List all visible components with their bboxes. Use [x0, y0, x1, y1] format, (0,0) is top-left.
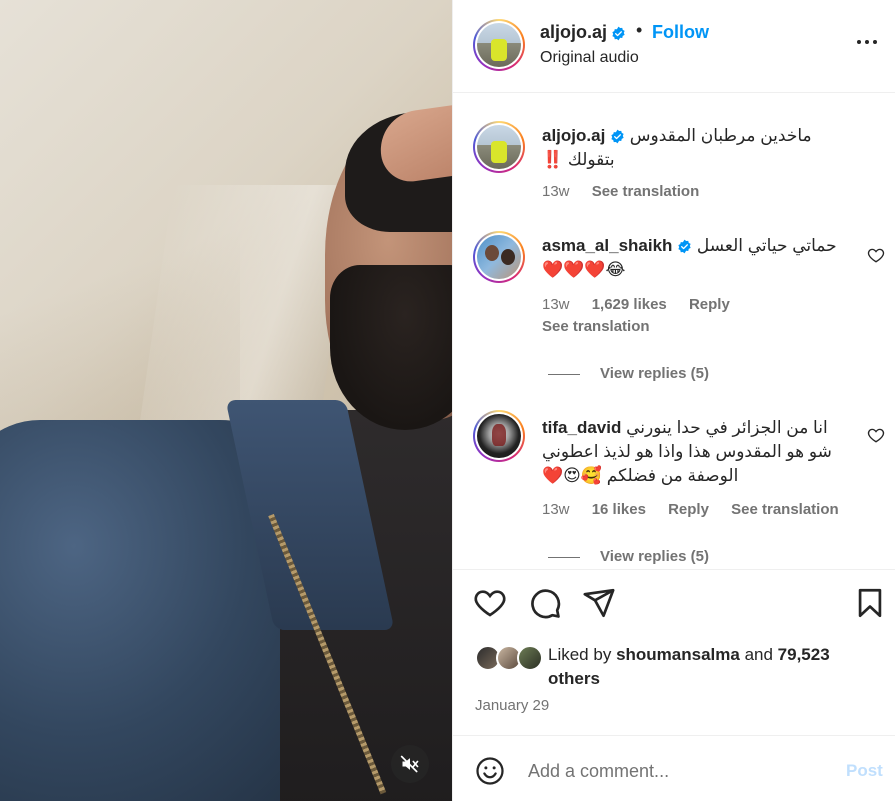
- comment-likes-count[interactable]: 16 likes: [592, 501, 646, 518]
- comment-text-row: tifa_david انا من الجزائر في حدا ينورني …: [542, 416, 852, 488]
- liked-by-prefix: Liked by: [548, 645, 612, 664]
- post-button[interactable]: Post: [846, 761, 883, 781]
- liked-by-and: and: [744, 645, 773, 664]
- post-date[interactable]: January 29: [475, 697, 549, 714]
- owner-name-row: aljojo.aj: [540, 22, 626, 43]
- replies-divider-line: [548, 373, 580, 375]
- post-sidebar: aljojo.aj • Follow Original audio aljojo…: [452, 0, 895, 801]
- post-media[interactable]: [0, 0, 452, 801]
- comment-reply-button[interactable]: Reply: [668, 501, 709, 518]
- verified-badge-icon: [678, 239, 691, 254]
- liked-by-user[interactable]: shoumansalma: [616, 645, 740, 664]
- comment-icon[interactable]: [528, 586, 562, 620]
- add-comment-bar: Post: [453, 735, 895, 801]
- caption-timestamp[interactable]: 13w: [542, 183, 570, 200]
- liker-avatars[interactable]: [475, 645, 545, 671]
- bookmark-icon[interactable]: [853, 586, 887, 620]
- caption-meta: 13w See translation: [542, 183, 717, 200]
- view-replies-label: View replies (5): [600, 548, 709, 565]
- owner-username[interactable]: aljojo.aj: [540, 22, 607, 42]
- replies-divider-line: [548, 556, 580, 558]
- separator-dot: •: [636, 20, 643, 40]
- verified-badge-icon: [611, 129, 624, 144]
- more-options-button[interactable]: [851, 30, 883, 54]
- verified-badge-icon: [612, 26, 626, 41]
- mute-button[interactable]: [391, 745, 429, 783]
- view-replies-button[interactable]: View replies (5): [548, 548, 709, 565]
- send-icon[interactable]: [582, 586, 616, 620]
- comment-reply-button[interactable]: Reply: [689, 296, 730, 313]
- comment-see-translation[interactable]: See translation: [731, 501, 839, 518]
- audio-label[interactable]: Original audio: [540, 49, 639, 67]
- speaker-muted-icon: [400, 755, 419, 773]
- smiley-icon[interactable]: [475, 756, 505, 786]
- follow-button[interactable]: Follow: [652, 22, 709, 43]
- likes-others[interactable]: others: [548, 669, 600, 688]
- comment-translation-row: See translation: [542, 318, 668, 335]
- comment-like-heart-icon[interactable]: [867, 426, 885, 444]
- caption-text-row: aljojo.aj ماخدين مرطبان المقدوس بتقولك ‼…: [542, 124, 832, 172]
- comment-username[interactable]: asma_al_shaikh: [542, 236, 672, 255]
- comment-username[interactable]: tifa_david: [542, 418, 621, 437]
- comment-avatar[interactable]: [473, 231, 525, 283]
- comments-section[interactable]: aljojo.aj ماخدين مرطبان المقدوس بتقولك ‼…: [453, 94, 895, 570]
- view-replies-label: View replies (5): [600, 365, 709, 382]
- comment-see-translation[interactable]: See translation: [542, 318, 650, 335]
- more-horizontal-icon: [857, 40, 861, 44]
- comment-likes-count[interactable]: 1,629 likes: [592, 296, 667, 313]
- action-bar: [453, 586, 895, 624]
- comment-timestamp[interactable]: 13w: [542, 296, 570, 313]
- caption-avatar[interactable]: [473, 121, 525, 173]
- comment-like-heart-icon[interactable]: [867, 246, 885, 264]
- caption-username[interactable]: aljojo.aj: [542, 126, 605, 145]
- comment-avatar[interactable]: [473, 410, 525, 462]
- comment-meta: 13w 16 likes Reply See translation: [542, 501, 857, 518]
- comment-text-row: asma_al_shaikh حماتي حياتي العسل😂❤️❤️❤️: [542, 234, 842, 282]
- liker-avatar: [517, 645, 543, 671]
- owner-avatar[interactable]: [473, 19, 525, 71]
- comment-meta: 13w 1,629 likes Reply: [542, 296, 748, 313]
- post-header: aljojo.aj • Follow Original audio: [453, 0, 895, 93]
- likes-count[interactable]: 79,523: [778, 645, 830, 664]
- comment-input[interactable]: [528, 756, 828, 786]
- view-replies-button[interactable]: View replies (5): [548, 365, 709, 382]
- comment-timestamp[interactable]: 13w: [542, 501, 570, 518]
- heart-icon[interactable]: [473, 586, 507, 620]
- caption-see-translation[interactable]: See translation: [592, 183, 700, 200]
- liked-by-row: Liked by shoumansalma and 79,523 others: [475, 643, 885, 691]
- person-beard: [330, 265, 452, 430]
